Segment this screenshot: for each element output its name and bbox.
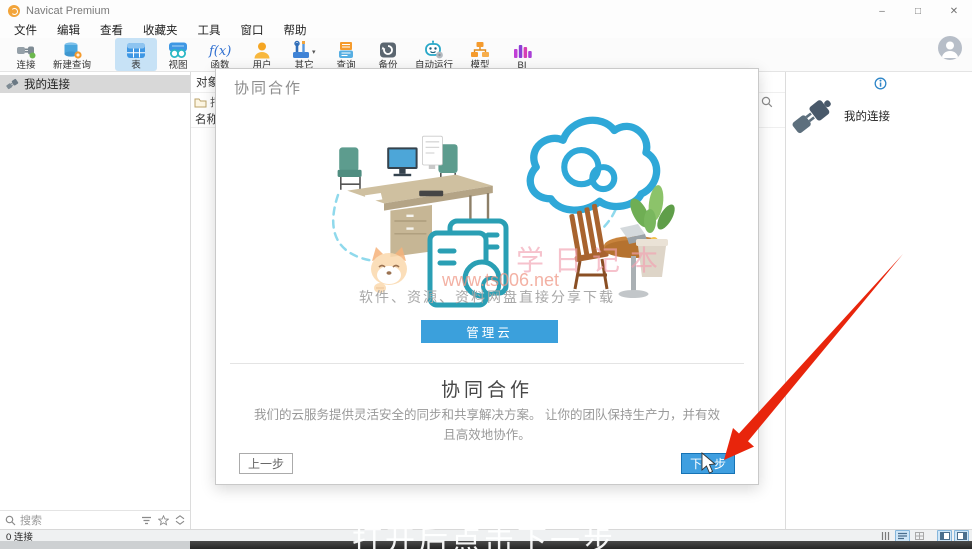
dialog-title: 协同合作 <box>216 375 758 402</box>
toolbar-user-button[interactable]: 用户 <box>241 38 283 71</box>
plug-icon <box>789 92 837 140</box>
table-icon <box>125 40 147 60</box>
manage-cloud-button[interactable]: 管理云 <box>421 320 558 343</box>
tools-icon: ▾ <box>289 40 319 60</box>
svg-text:▾: ▾ <box>312 49 316 56</box>
connection-label: 我的连接 <box>844 108 890 124</box>
previous-step-button[interactable]: 上一步 <box>239 453 293 474</box>
dialog-header: 协同合作 <box>234 77 302 98</box>
window-controls: – □ ✕ <box>864 0 972 22</box>
search-input[interactable]: 搜索 <box>20 512 42 528</box>
toolbar-label: 连接 <box>16 60 35 71</box>
view-icon <box>167 40 189 60</box>
toolbar-function-button[interactable]: f(x) 函数 <box>199 38 241 71</box>
plug-icon <box>6 78 19 90</box>
search-icon <box>5 515 16 526</box>
menu-edit[interactable]: 编辑 <box>47 22 90 38</box>
toolbar-others-button[interactable]: ▾ 其它 <box>283 38 325 71</box>
title-bar: Navicat Premium – □ ✕ <box>0 0 972 22</box>
collapse-icon[interactable] <box>175 515 185 525</box>
next-step-button[interactable]: 下一步 <box>681 453 735 474</box>
dialog-separator <box>230 363 744 364</box>
toolbar-view-button[interactable]: 视图 <box>157 38 199 71</box>
window-title: Navicat Premium <box>26 5 110 17</box>
close-button[interactable]: ✕ <box>936 0 972 22</box>
object-search-icon[interactable] <box>761 96 773 108</box>
navicat-logo-icon <box>8 5 20 17</box>
connection-label: 我的连接 <box>24 76 70 92</box>
new-query-icon <box>61 40 83 60</box>
user-icon <box>251 40 273 60</box>
maximize-button[interactable]: □ <box>900 0 936 22</box>
menu-view[interactable]: 查看 <box>90 22 133 38</box>
toolbar-automation-button[interactable]: 自动运行 <box>409 38 459 71</box>
favorites-star-icon[interactable] <box>158 515 169 526</box>
main-toolbar: 连接 新建查询 表 视图 f(x) 函数 用户 ▾ 其它 <box>0 38 972 72</box>
collaboration-dialog: 协同合作 <box>215 68 759 485</box>
menu-bar: 文件 编辑 查看 收藏夹 工具 窗口 帮助 <box>0 22 972 38</box>
toolbar-model-button[interactable]: 模型 <box>459 38 501 71</box>
account-avatar[interactable] <box>938 36 962 60</box>
menu-tools[interactable]: 工具 <box>188 22 231 38</box>
backup-icon <box>377 40 399 60</box>
plug-icon <box>15 40 37 60</box>
tutorial-caption: 打开后点击下一步 <box>352 516 616 560</box>
svg-text:f(x): f(x) <box>208 44 231 59</box>
sidebar-search-bar: 搜索 <box>0 510 190 529</box>
toolbar-connection-button[interactable]: 连接 <box>5 38 47 71</box>
menu-file[interactable]: 文件 <box>4 22 47 38</box>
filter-icon[interactable] <box>141 516 152 525</box>
toolbar-label: 视图 <box>169 60 188 71</box>
toolbar-new-query-button[interactable]: 新建查询 <box>47 38 97 71</box>
watermark-caption: 软件、资源、资料网盘直接分享下载 <box>216 287 758 307</box>
toolbar-bi-button[interactable]: BI <box>501 38 543 71</box>
open-folder-icon <box>194 97 207 108</box>
bottom-light-strip <box>0 541 190 549</box>
info-icon[interactable] <box>874 77 887 90</box>
toolbar-query-button[interactable]: 查询 <box>325 38 367 71</box>
bi-chart-icon <box>511 40 533 60</box>
model-icon <box>469 40 491 60</box>
function-icon: f(x) <box>207 40 233 60</box>
sidebar-item-my-connection[interactable]: 我的连接 <box>0 75 190 93</box>
toolbar-label: 表 <box>131 60 141 71</box>
toolbar-backup-button[interactable]: 备份 <box>367 38 409 71</box>
menu-window[interactable]: 窗口 <box>231 22 274 38</box>
connection-summary[interactable]: 我的连接 <box>789 92 890 140</box>
robot-icon <box>422 40 446 60</box>
dialog-description: 我们的云服务提供灵活安全的同步和共享解决方案。 让你的团队保持生产力，并有效且高… <box>249 406 725 446</box>
query-icon <box>335 40 357 60</box>
connection-detail-panel: 我的连接 <box>785 72 972 529</box>
menu-favorites[interactable]: 收藏夹 <box>133 22 188 38</box>
connections-sidebar: 我的连接 搜索 <box>0 72 191 529</box>
minimize-button[interactable]: – <box>864 0 900 22</box>
menu-help[interactable]: 帮助 <box>274 22 317 38</box>
toolbar-table-button[interactable]: 表 <box>115 38 157 71</box>
toolbar-label: 新建查询 <box>53 60 91 71</box>
